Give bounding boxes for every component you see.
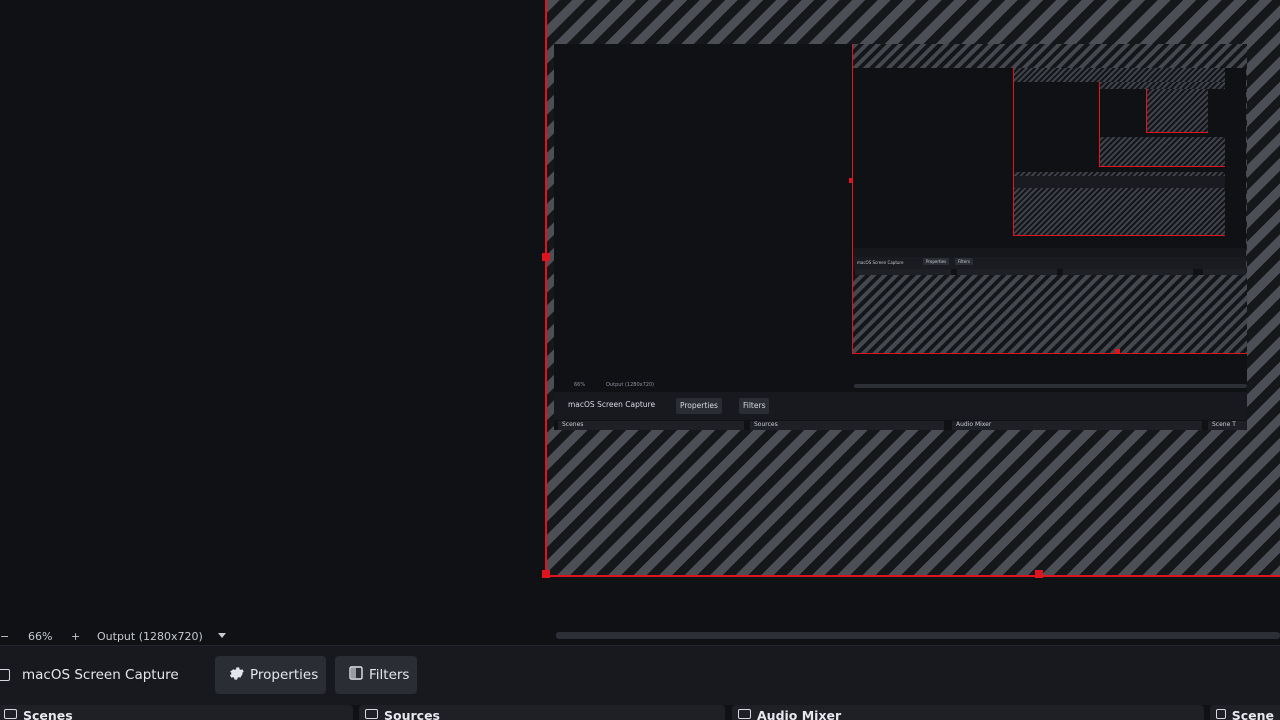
nested-context-bar: macOS Screen Capture Properties Filters	[554, 392, 1247, 420]
nested-selected-source: macOS Screen Capture Properties Filters	[849, 44, 1247, 354]
nested-dock-sources: Sources	[750, 421, 944, 430]
nested-dock-scenes: Scenes	[558, 421, 744, 430]
horizontal-scrollbar[interactable]	[556, 632, 1280, 639]
resize-handle-left[interactable]	[542, 253, 550, 261]
filter-icon	[349, 666, 363, 684]
nested-hscroll	[854, 384, 1247, 388]
selected-source-macos-screen-capture[interactable]: macOS Screen Capture Properties Filters …	[542, 0, 1280, 578]
nested-filters-button: Filters	[739, 398, 770, 414]
zoom-level: 66%	[28, 630, 53, 643]
chevron-down-icon[interactable]	[216, 629, 228, 644]
nested-output-label: Output (1280x720)	[606, 382, 655, 388]
zoom-in-button[interactable]: +	[71, 630, 80, 643]
nested-dock-mixer-2	[1063, 269, 1193, 275]
nested-properties-2: Properties	[923, 258, 950, 265]
nested-canvas-3	[1014, 82, 1225, 172]
source-name: macOS Screen Capture	[22, 667, 179, 683]
nested-source-name: macOS Screen Capture	[568, 400, 656, 409]
zoom-out-button[interactable]: −	[0, 630, 9, 643]
dock-scenes-title: Scenes	[23, 708, 73, 720]
nested-source-name-2: macOS Screen Capture	[857, 260, 904, 265]
nested-filters-2: Filters	[955, 258, 973, 265]
nested-selected-source-4	[1146, 89, 1208, 133]
properties-label: Properties	[250, 667, 319, 683]
audio-mixer-icon	[738, 709, 751, 719]
nested-context-bar-3	[1014, 176, 1225, 188]
gear-icon	[229, 666, 244, 685]
dock-row: Scenes Sources Audio Mixer Scene	[0, 705, 1280, 720]
nested-zoom-level: 66%	[574, 382, 586, 388]
nested-dock-transitions-2	[1203, 269, 1246, 275]
filters-label: Filters	[369, 667, 410, 683]
dock-scene-transitions-title: Scene	[1231, 708, 1274, 720]
nested-preview-toolbar: 66% Output (1280x720)	[554, 380, 1247, 392]
resize-handle-bottom[interactable]	[1035, 570, 1043, 578]
nested-dock-scenes-2	[855, 269, 951, 275]
dock-audio-mixer[interactable]: Audio Mixer	[732, 705, 1204, 720]
nested-dock-transitions: Scene T	[1208, 421, 1247, 430]
dock-audio-mixer-title: Audio Mixer	[757, 708, 842, 720]
nested-context-bar-2: macOS Screen Capture Properties Filters	[853, 257, 1246, 269]
current-source: macOS Screen Capture	[0, 667, 179, 683]
dock-sources[interactable]: Sources	[359, 705, 725, 720]
output-resolution-label: Output (1280x720)	[97, 630, 203, 643]
scenes-icon	[4, 709, 17, 719]
nested-docks-2	[853, 269, 1246, 275]
nested-selected-source-2	[1013, 68, 1225, 236]
dock-sources-title: Sources	[384, 708, 440, 720]
nested-selected-source-3	[1099, 82, 1225, 167]
properties-button[interactable]: Properties	[215, 656, 326, 694]
preview-canvas[interactable]: macOS Screen Capture Properties Filters …	[0, 0, 1280, 628]
nested-preview-canvas-2	[853, 68, 1246, 248]
resize-handle-bottom-left[interactable]	[542, 570, 550, 578]
nested-canvas-4	[1100, 89, 1225, 137]
nested-dock-sources-2	[957, 269, 1057, 275]
nested-docks: Scenes Sources Audio Mixer Scene T	[554, 420, 1247, 430]
scene-transitions-icon	[1216, 709, 1226, 719]
filters-button[interactable]: Filters	[335, 656, 417, 694]
sources-icon	[365, 709, 378, 719]
nested-properties-button: Properties	[676, 398, 722, 414]
nested-preview-canvas: macOS Screen Capture Properties Filters	[554, 44, 1247, 380]
nested-dock-mixer: Audio Mixer	[952, 421, 1202, 430]
monitor-icon	[0, 669, 10, 681]
dock-scenes[interactable]: Scenes	[0, 705, 353, 720]
source-context-bar: macOS Screen Capture Properties Filters	[0, 645, 1280, 705]
nested-handle-bottom	[1115, 349, 1120, 354]
dock-scene-transitions[interactable]: Scene	[1210, 705, 1280, 720]
